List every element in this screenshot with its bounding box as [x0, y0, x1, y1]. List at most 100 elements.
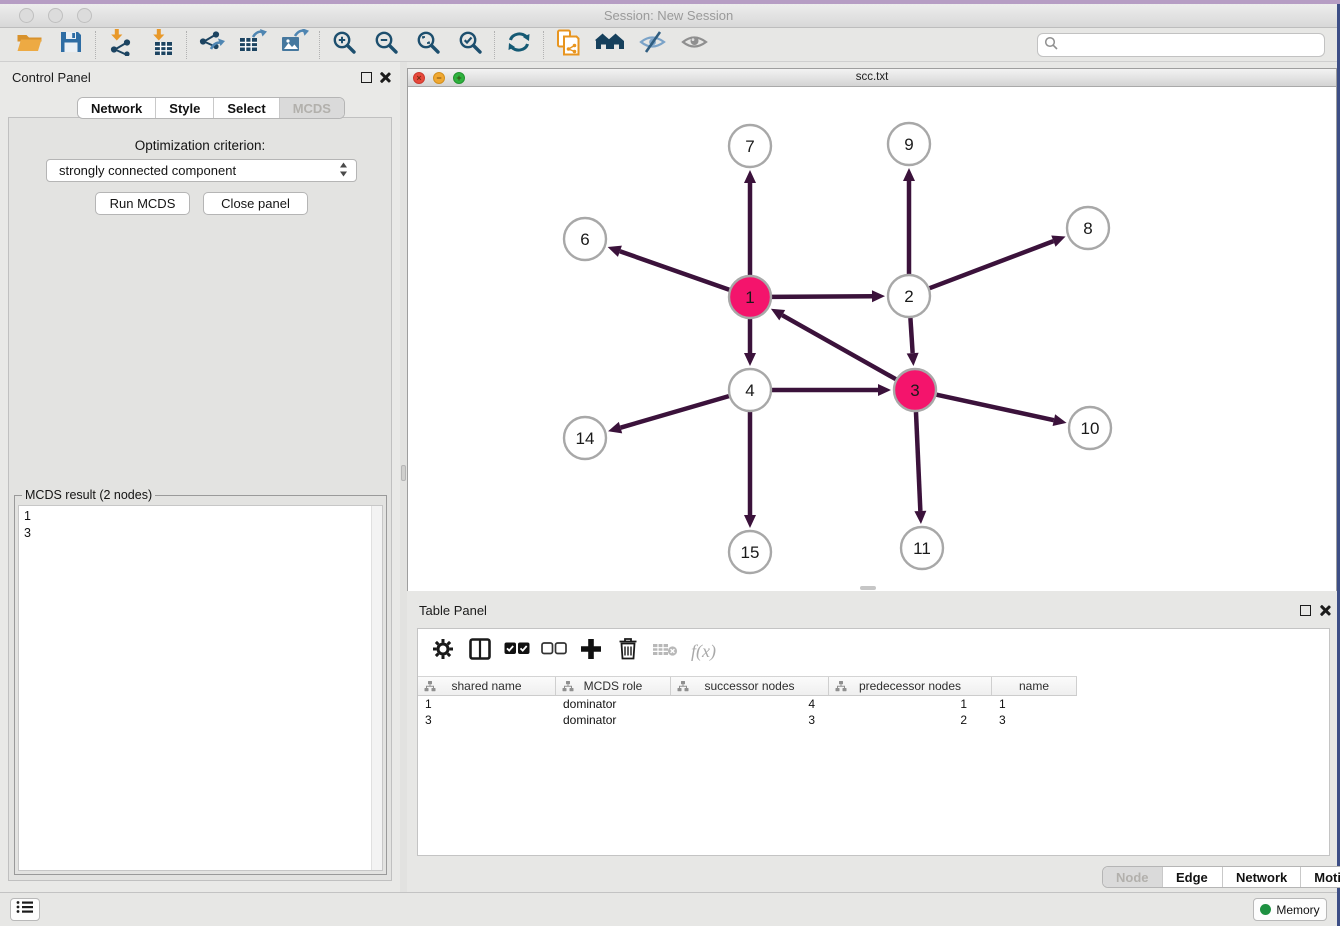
- search-field[interactable]: [1037, 33, 1325, 57]
- control-panel-tabs: NetworkStyleSelectMCDS: [77, 97, 345, 119]
- toolbar-divider: [543, 31, 544, 59]
- node-label-2: 2: [904, 287, 913, 306]
- table-tab-network-table[interactable]: Network Table: [1222, 867, 1300, 887]
- tab-network[interactable]: Network: [78, 98, 155, 118]
- tab-style[interactable]: Style: [155, 98, 213, 118]
- table-toolbar: f(x): [424, 633, 720, 669]
- houses-button[interactable]: [589, 30, 631, 60]
- tab-select[interactable]: Select: [213, 98, 278, 118]
- table-row-1[interactable]: 3dominator323: [418, 713, 1077, 729]
- float-table-panel-icon[interactable]: [1300, 605, 1311, 616]
- criterion-dropdown[interactable]: strongly connected component: [46, 159, 357, 182]
- task-history-button[interactable]: [10, 898, 40, 921]
- eye-button[interactable]: [673, 30, 715, 60]
- add-column-button[interactable]: [572, 636, 609, 666]
- cell-shared-name[interactable]: 3: [418, 713, 556, 729]
- toolbar-divider: [494, 31, 495, 59]
- toolbar-divider: [186, 31, 187, 59]
- close-table-panel-icon[interactable]: [1318, 604, 1331, 617]
- fx-icon: f(x): [691, 641, 716, 662]
- node-label-11: 11: [913, 539, 931, 558]
- column-header-name[interactable]: name: [992, 677, 1077, 695]
- mcds-result-area[interactable]: 1 3: [18, 505, 383, 871]
- close-panel-button[interactable]: Close panel: [203, 192, 308, 215]
- save-floppy-icon: [59, 30, 83, 59]
- refresh-button[interactable]: [498, 30, 540, 60]
- mcds-result-text: 1 3: [24, 508, 31, 542]
- cell-name[interactable]: 1: [992, 697, 1077, 713]
- edge-3-10[interactable]: [936, 395, 1053, 420]
- clone-network-button[interactable]: [547, 30, 589, 60]
- plus-icon: [580, 638, 602, 665]
- tab-mcds[interactable]: MCDS: [279, 98, 344, 118]
- splitter-grip[interactable]: [401, 465, 406, 481]
- export-network-button[interactable]: [190, 30, 232, 60]
- toolbar-divider: [95, 31, 96, 59]
- edge-arrowhead-4-14: [608, 422, 622, 434]
- zoom-selected-button[interactable]: [449, 30, 491, 60]
- edge-3-1[interactable]: [782, 315, 896, 379]
- memory-button[interactable]: Memory: [1253, 898, 1327, 921]
- search-input[interactable]: [1063, 38, 1318, 52]
- table-settings-button[interactable]: [424, 636, 461, 666]
- cell-predecessor-nodes[interactable]: 2: [829, 713, 992, 729]
- select-all-button[interactable]: [498, 636, 535, 666]
- cell-name[interactable]: 3: [992, 713, 1077, 729]
- show-columns-button[interactable]: [461, 636, 498, 666]
- delete-column-button[interactable]: [609, 636, 646, 666]
- node-label-9: 9: [904, 135, 913, 154]
- cell-MCDS-role[interactable]: dominator: [556, 713, 671, 729]
- function-builder-button[interactable]: f(x): [683, 636, 720, 666]
- run-mcds-button[interactable]: Run MCDS: [95, 192, 190, 215]
- edge-3-11[interactable]: [916, 412, 920, 511]
- delete-table-button[interactable]: [646, 636, 683, 666]
- column-header-successor-nodes[interactable]: successor nodes: [671, 677, 829, 695]
- edge-2-3[interactable]: [910, 318, 912, 353]
- zoom-fit-button[interactable]: [407, 30, 449, 60]
- cell-shared-name[interactable]: 1: [418, 697, 556, 713]
- import-network-button[interactable]: [99, 30, 141, 60]
- edge-2-8[interactable]: [930, 241, 1054, 288]
- node-label-1: 1: [745, 288, 754, 307]
- table-row-0[interactable]: 1dominator411: [418, 697, 1077, 713]
- edge-4-14[interactable]: [621, 396, 729, 428]
- edge-1-2[interactable]: [772, 296, 872, 297]
- zoom-out-button[interactable]: [365, 30, 407, 60]
- network-canvas[interactable]: 7968124314101511: [408, 87, 1336, 591]
- close-panel-icon[interactable]: [378, 71, 391, 84]
- edge-1-6[interactable]: [620, 251, 729, 289]
- table-tab-motifs[interactable]: Motifs: [1300, 867, 1340, 887]
- import-table-icon: [149, 29, 175, 61]
- control-panel: Control Panel NetworkStyleSelectMCDS Opt…: [0, 62, 400, 892]
- table-delete-icon: [652, 641, 678, 662]
- unselect-all-button[interactable]: [535, 636, 572, 666]
- save-session-button[interactable]: [50, 30, 92, 60]
- result-scrollbar[interactable]: [371, 506, 382, 870]
- mcds-result-title: MCDS result (2 nodes): [22, 488, 155, 502]
- column-header-shared-name[interactable]: shared name: [418, 677, 556, 695]
- eye-icon: [681, 31, 708, 58]
- cell-predecessor-nodes[interactable]: 1: [829, 697, 992, 713]
- cell-successor-nodes[interactable]: 3: [671, 713, 829, 729]
- column-label: predecessor nodes: [859, 679, 961, 693]
- column-header-predecessor-nodes[interactable]: predecessor nodes: [829, 677, 992, 695]
- export-image-button[interactable]: [274, 30, 316, 60]
- table-body: 1dominator4113dominator323: [418, 697, 1077, 729]
- canvas-hscroll-thumb[interactable]: [860, 586, 876, 590]
- panel-splitter[interactable]: [400, 62, 407, 892]
- eye-slash-button[interactable]: [631, 30, 673, 60]
- column-header-MCDS-role[interactable]: MCDS role: [556, 677, 671, 695]
- table-tab-node-table[interactable]: Node Table: [1103, 867, 1162, 887]
- criterion-value: strongly connected component: [59, 163, 339, 178]
- open-session-button[interactable]: [8, 30, 50, 60]
- mcds-panel: Optimization criterion: strongly connect…: [8, 117, 392, 881]
- import-table-button[interactable]: [141, 30, 183, 60]
- table-tab-edge-table[interactable]: Edge Table: [1162, 867, 1222, 887]
- cell-MCDS-role[interactable]: dominator: [556, 697, 671, 713]
- export-table-button[interactable]: [232, 30, 274, 60]
- zoom-in-button[interactable]: [323, 30, 365, 60]
- network-window-titlebar[interactable]: × − + scc.txt: [408, 69, 1336, 87]
- cell-successor-nodes[interactable]: 4: [671, 697, 829, 713]
- float-panel-icon[interactable]: [361, 72, 372, 83]
- export-image-icon: [281, 29, 309, 60]
